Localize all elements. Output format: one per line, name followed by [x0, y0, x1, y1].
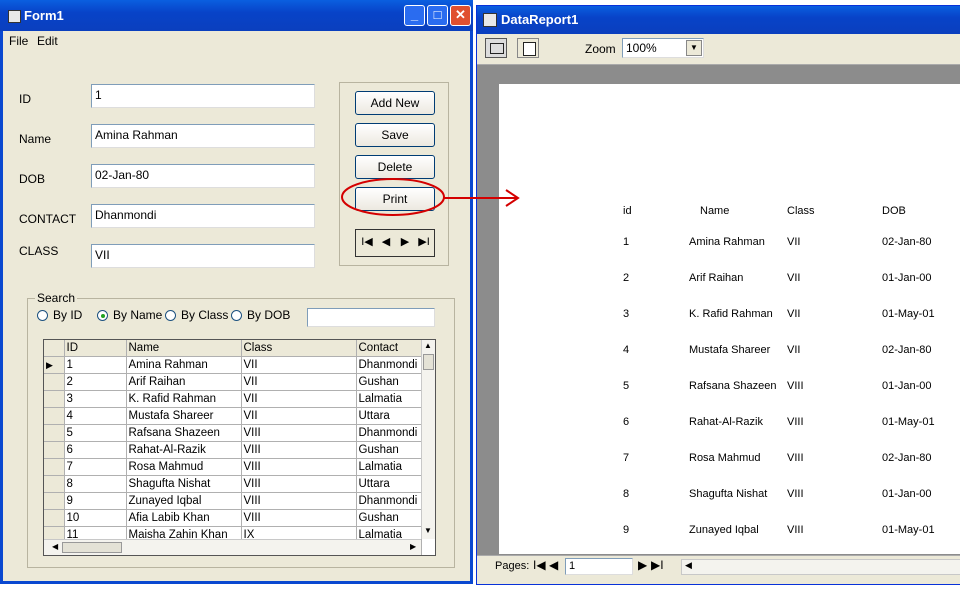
annotation-arrow: [341, 178, 520, 216]
annotation-circle: [341, 178, 445, 216]
